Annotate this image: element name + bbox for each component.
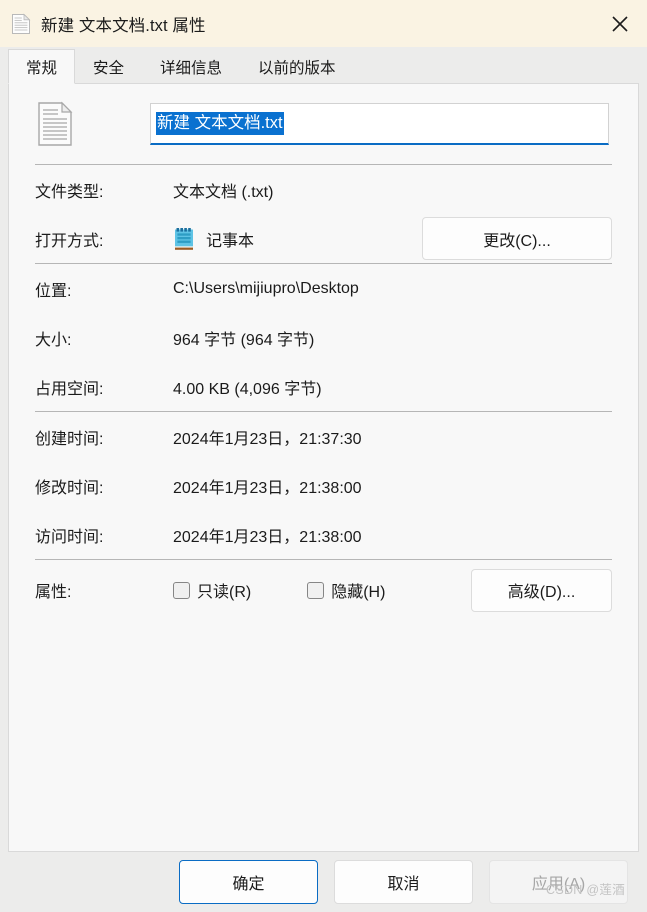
modified-value: 2024年1月23日，21:38:00 xyxy=(173,479,362,497)
tab-strip: 常规 安全 详细信息 以前的版本 xyxy=(0,47,647,84)
general-tab-panel: 新建 文本文档.txt 文件类型: 文本文档 (.txt) 打开方式: 记事本 … xyxy=(8,83,639,852)
readonly-checkbox-label: 只读(R) xyxy=(197,584,252,601)
attributes-row: 属性: 只读(R) 隐藏(H) 高级(D)... xyxy=(9,560,638,620)
hidden-checkbox-box[interactable] xyxy=(307,581,325,599)
tab-previous-versions-label: 以前的版本 xyxy=(258,59,336,77)
apply-button-label: 应用(A) xyxy=(531,876,586,893)
row-modified: 修改时间: 2024年1月23日，21:38:00 xyxy=(9,461,638,510)
change-button-label: 更改(C)... xyxy=(483,232,551,250)
timestamps-group: 创建时间: 2024年1月23日，21:37:30 修改时间: 2024年1月2… xyxy=(9,412,638,559)
created-value: 2024年1月23日，21:37:30 xyxy=(173,430,362,448)
dialog-footer: 确定 取消 应用(A) CSDN @莲酒 xyxy=(0,852,647,912)
row-opens-with: 打开方式: 记事本 更改(C)... xyxy=(9,214,638,263)
properties-dialog: 新建 文本文档.txt 属性 常规 安全 详细信息 以前的版本 新建 文本文档.… xyxy=(0,0,647,912)
tab-details[interactable]: 详细信息 xyxy=(142,49,240,83)
title-bar: 新建 文本文档.txt 属性 xyxy=(0,0,647,47)
hidden-checkbox[interactable]: 隐藏(H) xyxy=(307,578,385,602)
filename-input[interactable]: 新建 文本文档.txt xyxy=(150,103,609,145)
text-file-icon xyxy=(36,101,74,147)
close-button[interactable] xyxy=(593,0,647,47)
window-title: 新建 文本文档.txt 属性 xyxy=(41,16,206,35)
readonly-checkbox[interactable]: 只读(R) xyxy=(173,578,251,602)
tab-details-label: 详细信息 xyxy=(160,59,223,77)
filename-row: 新建 文本文档.txt xyxy=(9,84,638,146)
opens-with-value-wrap: 记事本 xyxy=(173,227,254,251)
file-type-label: 文件类型: xyxy=(35,183,104,201)
ok-button-label: 确定 xyxy=(232,876,265,893)
tab-security-label: 安全 xyxy=(93,59,125,77)
hidden-checkbox-label: 隐藏(H) xyxy=(331,584,386,601)
row-created: 创建时间: 2024年1月23日，21:37:30 xyxy=(9,412,638,461)
text-document-icon xyxy=(11,13,31,35)
apply-button: 应用(A) xyxy=(489,860,628,904)
row-size: 大小: 964 字节 (964 字节) xyxy=(9,313,638,362)
close-icon xyxy=(612,15,628,32)
filename-input-value: 新建 文本文档.txt xyxy=(156,111,284,136)
created-label: 创建时间: xyxy=(35,430,104,448)
type-group: 文件类型: 文本文档 (.txt) 打开方式: 记事本 更改(C)... xyxy=(9,165,638,263)
size-on-disk-label: 占用空间: xyxy=(35,380,104,398)
cancel-button[interactable]: 取消 xyxy=(334,860,473,904)
accessed-value: 2024年1月23日，21:38:00 xyxy=(173,528,362,546)
cancel-button-label: 取消 xyxy=(387,876,420,893)
advanced-button[interactable]: 高级(D)... xyxy=(471,568,612,612)
file-type-value: 文本文档 (.txt) xyxy=(173,183,274,201)
location-label: 位置: xyxy=(35,282,72,300)
tab-general-label: 常规 xyxy=(26,59,58,77)
opens-with-value: 记事本 xyxy=(206,232,255,250)
size-label: 大小: xyxy=(35,331,72,349)
opens-with-label: 打开方式: xyxy=(35,232,104,250)
tab-general[interactable]: 常规 xyxy=(8,49,76,84)
row-file-type: 文件类型: 文本文档 (.txt) xyxy=(9,165,638,214)
location-group: 位置: C:\Users\mijiupro\Desktop 大小: 964 字节… xyxy=(9,264,638,411)
tab-security[interactable]: 安全 xyxy=(75,49,142,83)
ok-button[interactable]: 确定 xyxy=(179,860,318,904)
accessed-label: 访问时间: xyxy=(35,528,104,546)
location-value: C:\Users\mijiupro\Desktop xyxy=(173,279,359,297)
row-size-on-disk: 占用空间: 4.00 KB (4,096 字节) xyxy=(9,362,638,411)
modified-label: 修改时间: xyxy=(35,479,104,497)
advanced-button-label: 高级(D)... xyxy=(507,584,576,601)
tab-previous-versions[interactable]: 以前的版本 xyxy=(240,49,354,83)
row-accessed: 访问时间: 2024年1月23日，21:38:00 xyxy=(9,510,638,559)
size-on-disk-value: 4.00 KB (4,096 字节) xyxy=(173,380,322,398)
attributes-label: 属性: xyxy=(35,584,72,601)
readonly-checkbox-box[interactable] xyxy=(173,581,190,599)
notepad-icon xyxy=(173,227,195,251)
size-value: 964 字节 (964 字节) xyxy=(173,331,315,349)
change-button[interactable]: 更改(C)... xyxy=(422,217,612,260)
row-location: 位置: C:\Users\mijiupro\Desktop xyxy=(9,264,638,313)
